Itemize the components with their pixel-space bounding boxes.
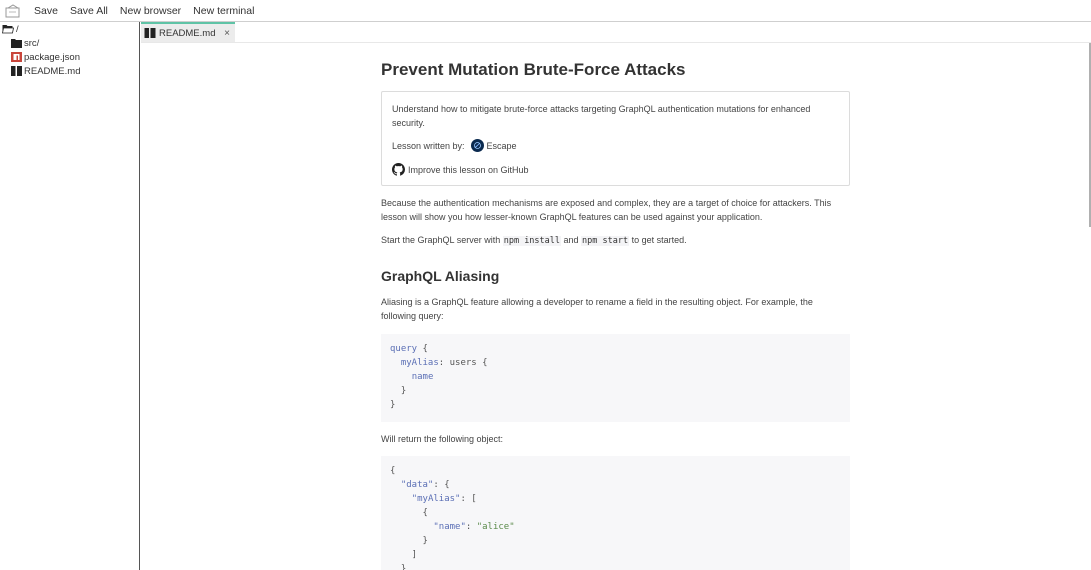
markdown-icon: [144, 28, 156, 38]
aliasing-paragraph: Aliasing is a GraphQL feature allowing a…: [381, 297, 813, 321]
folder-icon: [11, 39, 22, 48]
tree-item-label: src/: [24, 37, 40, 49]
markdown-icon: [11, 66, 22, 76]
tree-item-src[interactable]: src/: [0, 36, 139, 50]
code-block-query: query { myAlias: users { name } }: [381, 334, 850, 422]
author-label: Lesson written by:: [392, 140, 465, 151]
markdown-preview: Prevent Mutation Brute-Force Attacks Und…: [141, 43, 1091, 570]
code-block-result: { "data": { "myAlias": [ { "name": "alic…: [381, 456, 850, 570]
app-logo-icon: [5, 3, 20, 17]
escape-avatar-icon: [470, 139, 484, 152]
lesson-info-card: Understand how to mitigate brute-force a…: [381, 91, 850, 186]
github-link-label: Improve this lesson on GitHub: [408, 164, 529, 175]
save-button[interactable]: Save: [34, 5, 58, 17]
github-improve-link[interactable]: Improve this lesson on GitHub: [392, 163, 529, 176]
github-icon: [392, 163, 405, 176]
new-browser-button[interactable]: New browser: [120, 5, 181, 17]
tree-item-readme[interactable]: README.md: [0, 64, 139, 78]
lesson-description: Understand how to mitigate brute-force a…: [392, 104, 811, 128]
inline-code-npm-install: npm install: [502, 236, 562, 246]
folder-open-icon: [2, 25, 14, 34]
npm-icon: [11, 52, 22, 62]
editor-tabbar: README.md ×: [141, 22, 1091, 43]
inline-code-npm-start: npm start: [581, 236, 630, 246]
tree-item-package-json[interactable]: package.json: [0, 50, 139, 64]
section-heading-aliasing: GraphQL Aliasing: [381, 268, 500, 284]
author-name[interactable]: Escape: [487, 141, 517, 151]
save-all-button[interactable]: Save All: [70, 5, 108, 17]
page-title: Prevent Mutation Brute-Force Attacks: [381, 60, 686, 79]
tree-root-label: /: [16, 23, 19, 35]
lesson-author: Lesson written by: Escape: [392, 139, 517, 152]
start-paragraph: Start the GraphQL server with npm instal…: [381, 235, 687, 246]
tree-item-label: README.md: [24, 65, 81, 77]
tree-root[interactable]: /: [0, 22, 139, 36]
tree-item-label: package.json: [24, 51, 80, 63]
new-terminal-button[interactable]: New terminal: [193, 5, 254, 17]
tab-readme[interactable]: README.md ×: [141, 22, 235, 42]
tab-label: README.md: [159, 27, 216, 39]
file-tree: / src/ package.json README.md: [0, 22, 140, 570]
intro-paragraph: Because the authentication mechanisms ar…: [381, 198, 832, 222]
toolbar: Save Save All New browser New terminal: [0, 0, 1091, 22]
tab-close-button[interactable]: ×: [224, 28, 230, 39]
result-paragraph: Will return the following object:: [381, 434, 504, 444]
